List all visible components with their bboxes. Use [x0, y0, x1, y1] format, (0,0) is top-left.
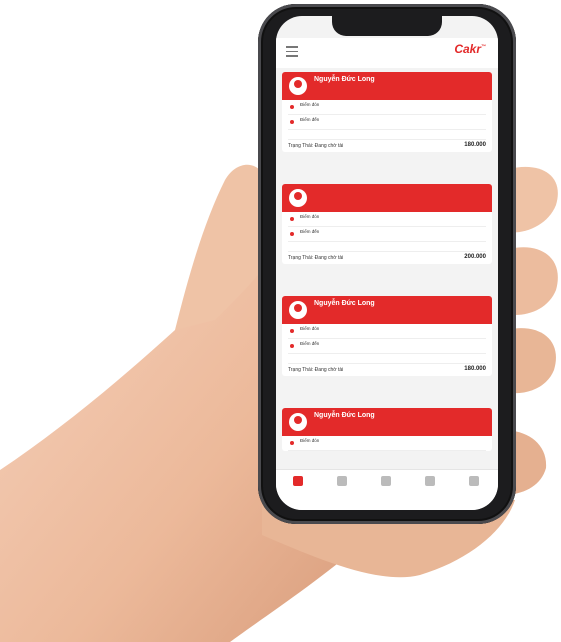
- location-pin-icon: [290, 441, 294, 445]
- trip-card[interactable]: Nguyễn Đức Long Điểm đón Điểm đến Trạng …: [282, 296, 492, 376]
- passenger-name: Nguyễn Đức Long: [314, 76, 375, 83]
- logo-text: Cakr: [454, 42, 481, 56]
- tab-icon: [381, 476, 391, 486]
- tab-icon: [425, 476, 435, 486]
- dropoff-row: Điểm đến: [288, 339, 486, 354]
- status-label: Trạng Thái: Đang chờ tài: [288, 143, 344, 149]
- trip-card[interactable]: Nguyễn Đức Long Điểm đón Điểm đến Trạng …: [282, 72, 492, 152]
- bottom-tab-bar: [276, 469, 498, 510]
- location-pin-icon: [290, 344, 294, 348]
- user-avatar-icon: [289, 413, 307, 431]
- dropoff-label: Điểm đến: [300, 229, 320, 234]
- home-icon: [293, 476, 303, 486]
- dropoff-label: Điểm đến: [300, 341, 320, 346]
- price-value: 200.000: [464, 254, 486, 260]
- card-header: Nguyễn Đức Long: [282, 72, 492, 100]
- pickup-label: Điểm đón: [300, 214, 320, 219]
- pickup-label: Điểm đón: [300, 102, 320, 107]
- location-pin-icon: [290, 329, 294, 333]
- trip-meta: [288, 242, 486, 251]
- tab-2[interactable]: [320, 476, 364, 489]
- trip-meta: [288, 130, 486, 139]
- tab-5[interactable]: [452, 476, 496, 489]
- trip-total: Trạng Thái: Đang chờ tài 180.000: [288, 139, 486, 152]
- location-pin-icon: [290, 120, 294, 124]
- phone-screen: Cakr™ Nguyễn Đức Long Điểm đón Điểm đến: [276, 16, 498, 510]
- card-header: Nguyễn Đức Long: [282, 408, 492, 436]
- pickup-row: Điểm đón: [288, 324, 486, 339]
- price-value: 180.000: [464, 366, 486, 372]
- dropoff-row: Điểm đến: [288, 227, 486, 242]
- status-label: Trạng Thái: Đang chờ tài: [288, 255, 344, 261]
- price-value: 180.000: [464, 142, 486, 148]
- card-header: [282, 184, 492, 212]
- dropoff-row: Điểm đến: [288, 115, 486, 130]
- tab-icon: [337, 476, 347, 486]
- dropoff-label: Điểm đến: [300, 117, 320, 122]
- pickup-row: Điểm đón: [288, 436, 486, 451]
- trip-card[interactable]: Nguyễn Đức Long Điểm đón: [282, 408, 492, 451]
- status-label: Trạng Thái: Đang chờ tài: [288, 367, 344, 373]
- trip-total: Trạng Thái: Đang chờ tài 200.000: [288, 251, 486, 264]
- tab-icon: [469, 476, 479, 486]
- card-header: Nguyễn Đức Long: [282, 296, 492, 324]
- tab-4[interactable]: [408, 476, 452, 489]
- passenger-name: Nguyễn Đức Long: [314, 300, 375, 307]
- phone-notch: [332, 16, 442, 36]
- tab-home[interactable]: [276, 476, 320, 489]
- trip-total: Trạng Thái: Đang chờ tài 180.000: [288, 363, 486, 376]
- trip-meta: [288, 354, 486, 363]
- logo-sup: ™: [481, 44, 486, 50]
- passenger-name: Nguyễn Đức Long: [314, 412, 375, 419]
- user-avatar-icon: [289, 301, 307, 319]
- location-pin-icon: [290, 232, 294, 236]
- pickup-row: Điểm đón: [288, 100, 486, 115]
- trip-card[interactable]: Điểm đón Điểm đến Trạng Thái: Đang chờ t…: [282, 184, 492, 264]
- pickup-row: Điểm đón: [288, 212, 486, 227]
- user-avatar-icon: [289, 189, 307, 207]
- location-pin-icon: [290, 217, 294, 221]
- menu-icon[interactable]: [286, 46, 298, 57]
- app-logo: Cakr™: [454, 42, 486, 56]
- pickup-label: Điểm đón: [300, 438, 320, 443]
- tab-3[interactable]: [364, 476, 408, 489]
- user-avatar-icon: [289, 77, 307, 95]
- photo-scene: Cakr™ Nguyễn Đức Long Điểm đón Điểm đến: [0, 0, 561, 642]
- pickup-label: Điểm đón: [300, 326, 320, 331]
- location-pin-icon: [290, 105, 294, 109]
